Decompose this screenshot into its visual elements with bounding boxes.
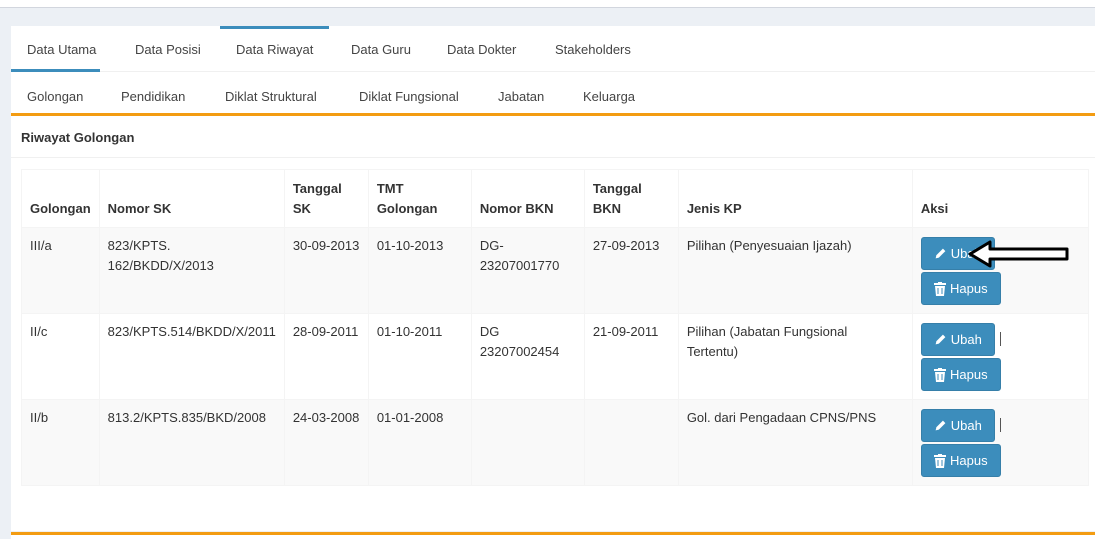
aksi-row-hapus: Hapus [920,442,1080,477]
golongan-table: Golongan Nomor SK Tanggal SK TMT Golonga… [21,169,1090,486]
hapus-label: Hapus [950,280,988,296]
cell-nomor-bkn: DG 23207002454 [470,313,585,400]
cell-tanggal-bkn [583,399,679,486]
cell-nomor-sk-text: 823/KPTS. 162/BKDD/X/2013 [107,238,214,273]
cell-tanggal-bkn: 27-09-2013 [583,227,679,314]
cell-nomor-bkn: DG- 23207001770 [470,227,585,314]
separator [999,332,1001,346]
cell-jenis-kp: Pilihan (Penyesuaian Ijazah) [677,227,913,314]
col-jenis-kp: Jenis KP [677,169,913,228]
cell-nomor-sk: 823/KPTS. 162/BKDD/X/2013 [98,227,285,314]
aksi-row-hapus: Hapus [920,356,1080,391]
cell-tanggal-bkn: 21-09-2011 [583,313,679,400]
cell-nomor-sk: 823/KPTS.514/BKDD/X/2011 [98,313,285,400]
cell-aksi: Ubah Hapus [911,313,1090,400]
cell-aksi: Ubah Hapus [911,399,1090,486]
trash-icon [934,367,947,382]
cell-tanggal-sk: 30-09-2013 [283,227,369,314]
section-title: Riwayat Golongan [21,130,135,145]
hapus-button[interactable]: Hapus [920,444,1001,477]
cell-tmt: 01-10-2013 [367,227,472,314]
top-strip [0,0,1095,8]
col-nomor-bkn: Nomor BKN [470,169,585,228]
content-panel: Data Utama Data Posisi Data Riwayat Data… [11,26,1095,539]
cell-golongan: II/c [21,313,100,400]
trash-icon [934,281,947,296]
cell-tmt: 01-01-2008 [367,399,472,486]
hapus-label: Hapus [950,452,988,468]
cell-jenis-kp-text: Pilihan (Jabatan Fungsional Tertentu) [686,324,848,359]
tab-diklat-fungsional[interactable]: Diklat Fungsional [343,72,475,113]
pencil-icon [934,419,947,432]
col-aksi: Aksi [911,169,1090,228]
main-tabs: Data Utama Data Posisi Data Riwayat Data… [11,26,1095,72]
col-nomor-sk: Nomor SK [98,169,285,228]
cell-tanggal-sk: 24-03-2008 [283,399,369,486]
table-header-row: Golongan Nomor SK Tanggal SK TMT Golonga… [21,169,1090,228]
cell-golongan: III/a [21,227,100,314]
aksi-row-hapus: Hapus [920,270,1080,305]
cell-tanggal-sk: 28-09-2011 [283,313,369,400]
aksi-row-ubah: Ubah [920,408,1080,442]
tab-data-riwayat[interactable]: Data Riwayat [220,26,330,71]
next-panel-top-border [11,532,1095,535]
col-tanggal-bkn-label: Tanggal BKN [592,181,642,216]
trash-icon [934,453,947,468]
aksi-row-ubah: Ubah [920,322,1080,356]
ubah-label: Ubah [950,331,982,347]
tab-pendidikan[interactable]: Pendidikan [105,72,201,113]
tab-jabatan[interactable]: Jabatan [482,72,560,113]
cell-tmt: 01-10-2011 [367,313,472,400]
cell-jenis-kp: Gol. dari Pengadaan CPNS/PNS [677,399,913,486]
ubah-button[interactable]: Ubah [920,323,995,356]
sub-tabs: Golongan Pendidikan Diklat Struktural Di… [11,72,1095,116]
cell-nomor-bkn [470,399,585,486]
tab-diklat-struktural[interactable]: Diklat Struktural [209,72,333,113]
arrow-left-icon [968,238,1070,273]
tab-data-posisi[interactable]: Data Posisi [119,26,217,71]
cell-nomor-sk: 813.2/KPTS.835/BKD/2008 [98,399,285,486]
col-tanggal-bkn: Tanggal BKN [583,169,679,228]
hapus-label: Hapus [950,366,988,382]
tab-stakeholders[interactable]: Stakeholders [539,26,647,71]
pencil-icon [934,333,947,346]
col-tanggal-sk-label: Tanggal SK [292,181,342,216]
tab-data-utama[interactable]: Data Utama [11,26,112,71]
hapus-button[interactable]: Hapus [920,358,1001,391]
col-tmt-label: TMT Golongan [376,181,438,216]
tab-data-dokter[interactable]: Data Dokter [431,26,532,71]
tab-keluarga[interactable]: Keluarga [567,72,651,113]
col-tanggal-sk: Tanggal SK [283,169,369,228]
table-row: II/c 823/KPTS.514/BKDD/X/2011 28-09-2011… [21,313,1090,400]
ubah-button[interactable]: Ubah [920,409,995,442]
cell-jenis-kp: Pilihan (Jabatan Fungsional Tertentu) [677,313,913,400]
hapus-button[interactable]: Hapus [920,272,1001,305]
cell-nomor-bkn-text: DG 23207002454 [479,324,560,359]
divider [11,157,1095,158]
cell-nomor-bkn-text: DG- 23207001770 [479,238,560,273]
col-golongan: Golongan [21,169,100,228]
col-tmt-golongan: TMT Golongan [367,169,472,228]
pencil-icon [934,247,947,260]
table-row: II/b 813.2/KPTS.835/BKD/2008 24-03-2008 … [21,399,1090,486]
tab-data-guru[interactable]: Data Guru [335,26,427,71]
tab-golongan[interactable]: Golongan [11,72,99,113]
separator [999,418,1001,432]
ubah-label: Ubah [950,417,982,433]
cell-golongan: II/b [21,399,100,486]
table-row: III/a 823/KPTS. 162/BKDD/X/2013 30-09-20… [21,227,1090,314]
